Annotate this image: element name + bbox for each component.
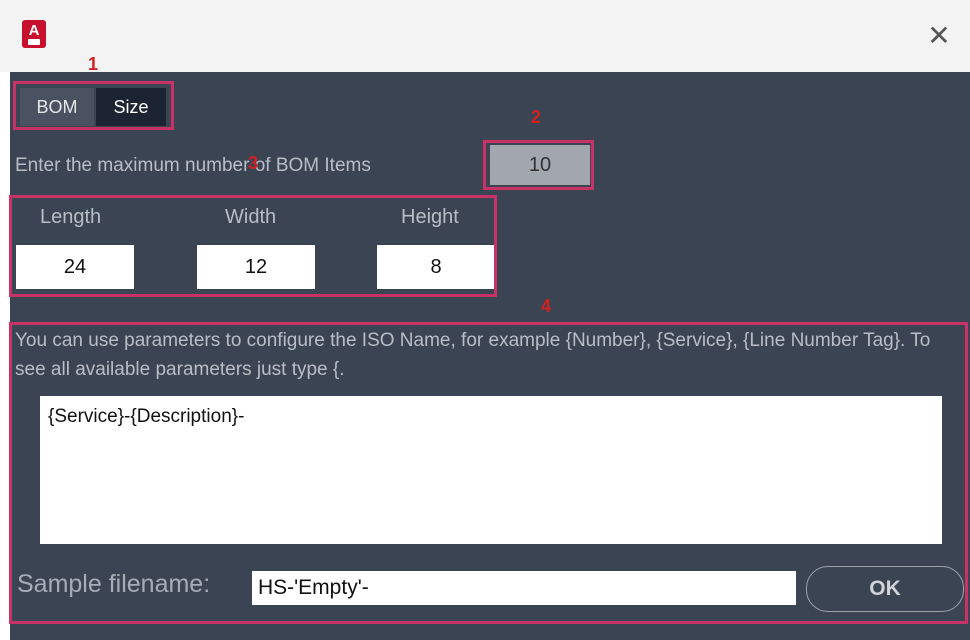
max-bom-items-label: Enter the maximum number of BOM Items	[15, 155, 371, 176]
annotation-number-1: 1	[88, 54, 99, 74]
length-input[interactable]: 24	[16, 245, 134, 289]
autocad-icon: A	[22, 20, 46, 48]
length-label: Length	[40, 206, 102, 228]
sample-filename-field: HS-'Empty'-	[252, 571, 796, 605]
annotation-number-3: 3	[248, 153, 259, 173]
width-label: Width	[225, 206, 277, 228]
title-bar: A ✕	[0, 0, 970, 72]
iso-name-description: You can use parameters to configure the …	[15, 330, 931, 380]
annotation-number-4: 4	[541, 296, 552, 316]
width-input[interactable]: 12	[197, 245, 315, 289]
tab-bom[interactable]: BOM	[20, 88, 94, 126]
app-icon-letter: A	[28, 22, 40, 39]
iso-name-template-textarea[interactable]: {Service}-{Description}-	[40, 396, 942, 544]
tab-size[interactable]: Size	[96, 88, 166, 126]
ok-button[interactable]: OK	[806, 566, 964, 612]
annotation-number-2: 2	[531, 107, 542, 127]
height-label: Height	[401, 206, 459, 228]
close-icon[interactable]: ✕	[925, 22, 953, 50]
height-input[interactable]: 8	[377, 245, 495, 289]
sample-filename-label: Sample filename:	[17, 570, 211, 598]
max-bom-items-input[interactable]: 10	[490, 145, 590, 185]
